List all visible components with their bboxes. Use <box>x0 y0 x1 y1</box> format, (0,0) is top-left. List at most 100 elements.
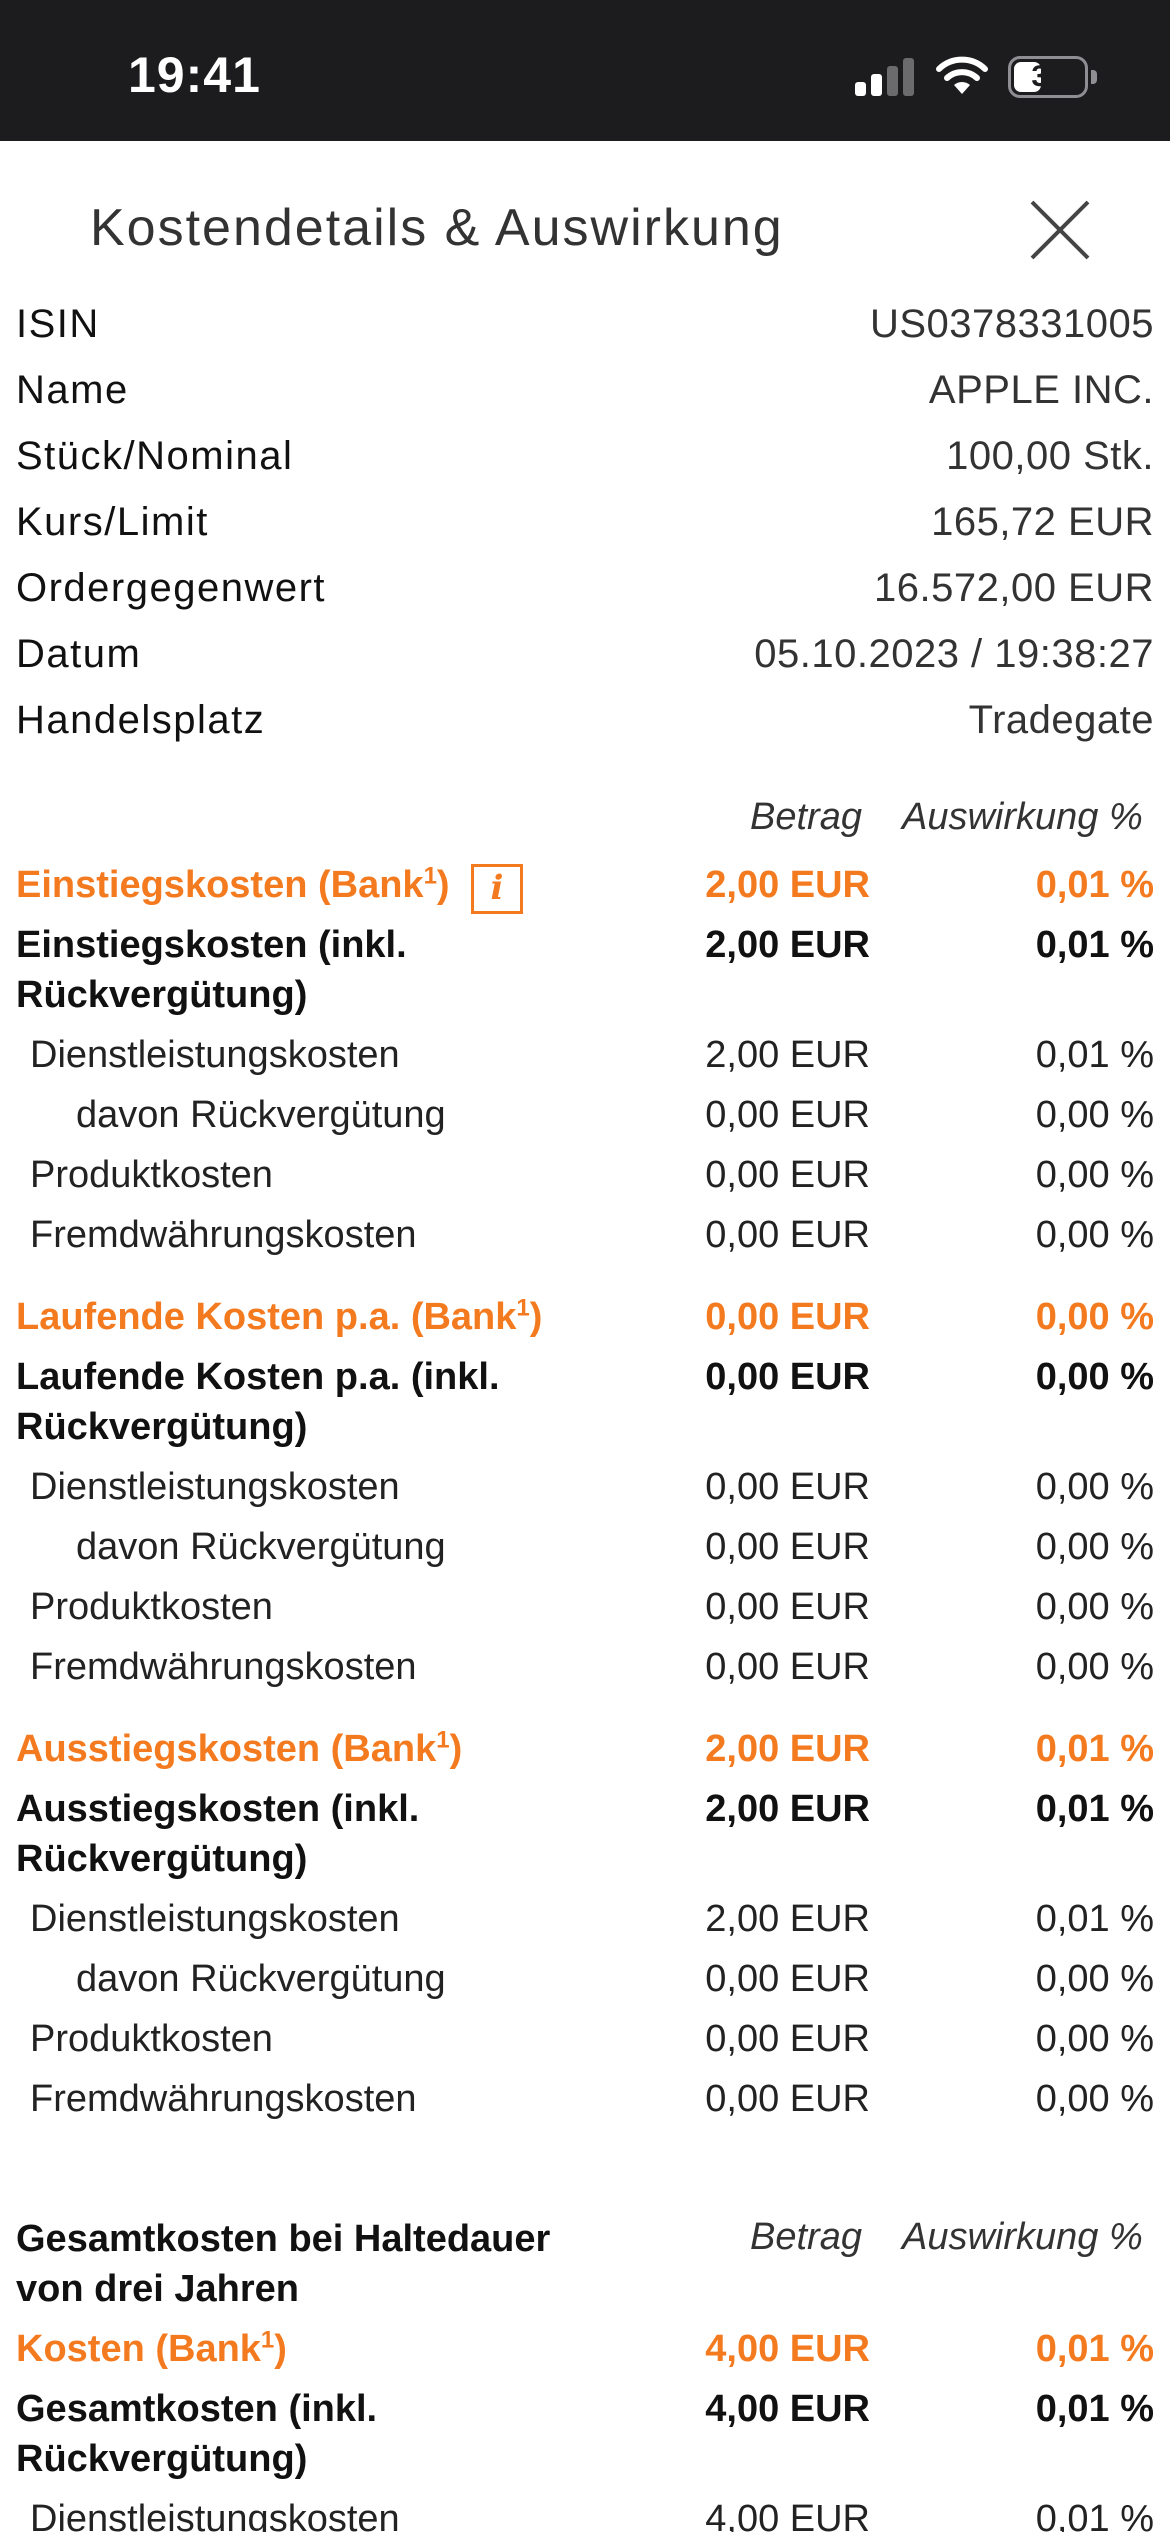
row-percent: 0,00 % <box>1035 1526 1154 1568</box>
row-percent: 0,00 % <box>1035 1586 1154 1628</box>
footnote-marker: 1 <box>516 1294 530 1322</box>
row-label: Einstiegskosten (inkl. <box>16 924 407 966</box>
entry-costs-bank-row: Einstiegskosten (Bank1) i 2,00 EUR 0,01 … <box>16 860 1154 914</box>
exit-costs-bank-row: Ausstiegskosten (Bank1) 2,00 EUR 0,01 % <box>16 1724 1154 1774</box>
row-amount: 0,00 EUR <box>705 1646 870 1688</box>
total-costs-incl-row: Gesamtkosten (inkl. Rückvergütung) 4,00 … <box>16 2384 1154 2484</box>
info-value: 05.10.2023 / 19:38:27 <box>754 632 1154 676</box>
row-percent: 0,00 % <box>1035 1356 1154 1398</box>
info-value: 16.572,00 EUR <box>873 566 1154 610</box>
running-costs-incl-row: Laufende Kosten p.a. (inkl. Rückvergütun… <box>16 1352 1154 1452</box>
info-value: US0378331005 <box>869 302 1154 346</box>
row-amount: 0,00 EUR <box>705 1958 870 2000</box>
info-row-quantity: Stück/Nominal 100,00 Stk. <box>16 434 1154 494</box>
row-percent: 0,01 % <box>1035 924 1154 966</box>
row-label-cont: Rückvergütung) <box>16 2438 308 2480</box>
row-percent: 0,01 % <box>1035 1788 1154 1830</box>
row-percent: 0,00 % <box>1035 1154 1154 1196</box>
row-amount: 0,00 EUR <box>705 2078 870 2120</box>
row-label-cont: Rückvergütung) <box>16 1838 308 1880</box>
page-title: Kostendetails & Auswirkung <box>90 199 784 257</box>
info-row-order-value: Ordergegenwert 16.572,00 EUR <box>16 566 1154 626</box>
info-row-isin: ISIN US0378331005 <box>16 302 1154 362</box>
info-label: Name <box>16 368 129 412</box>
row-amount: 2,00 EUR <box>705 1898 870 1940</box>
cellular-signal-icon <box>855 58 915 96</box>
info-row-price: Kurs/Limit 165,72 EUR <box>16 500 1154 560</box>
section-heading-cont: von drei Jahren <box>16 2268 299 2310</box>
column-header-auswirkung: Auswirkung % <box>902 796 1143 838</box>
exit-fx-costs-row: Fremdwährungskosten 0,00 EUR 0,00 % <box>16 2074 1154 2124</box>
row-percent: 0,00 % <box>1035 2078 1154 2120</box>
row-label: davon Rückvergütung <box>76 1526 446 1568</box>
info-value: APPLE INC. <box>928 368 1154 412</box>
running-rebate-row: davon Rückvergütung 0,00 EUR 0,00 % <box>16 1522 1154 1572</box>
running-service-costs-row: Dienstleistungskosten 0,00 EUR 0,00 % <box>16 1462 1154 1512</box>
row-amount: 4,00 EUR <box>705 2498 870 2532</box>
row-amount: 2,00 EUR <box>705 1788 870 1830</box>
row-label: Einstiegskosten (Bank <box>16 864 424 906</box>
exit-rebate-row: davon Rückvergütung 0,00 EUR 0,00 % <box>16 1954 1154 2004</box>
row-percent: 0,01 % <box>1035 2328 1154 2370</box>
row-label: Laufende Kosten p.a. (inkl. <box>16 1356 500 1398</box>
row-percent: 0,00 % <box>1035 1466 1154 1508</box>
row-amount: 0,00 EUR <box>705 1586 870 1628</box>
battery-icon: 37 <box>1008 56 1088 98</box>
row-percent: 0,00 % <box>1035 1958 1154 2000</box>
row-label: Dienstleistungskosten <box>30 1898 400 1940</box>
row-label: Fremdwährungskosten <box>30 1646 417 1688</box>
close-icon[interactable] <box>1020 190 1100 270</box>
exit-costs-incl-row: Ausstiegskosten (inkl. Rückvergütung) 2,… <box>16 1784 1154 1884</box>
row-percent: 0,01 % <box>1035 1898 1154 1940</box>
row-label: Kosten (Bank <box>16 2328 261 2370</box>
info-label: Datum <box>16 632 142 676</box>
row-amount: 4,00 EUR <box>705 2388 870 2430</box>
row-label: Produktkosten <box>30 1586 273 1628</box>
info-label: ISIN <box>16 302 100 346</box>
row-amount: 0,00 EUR <box>705 1526 870 1568</box>
row-percent: 0,01 % <box>1035 1728 1154 1770</box>
info-label: Stück/Nominal <box>16 434 294 478</box>
row-percent: 0,00 % <box>1035 1296 1154 1338</box>
row-amount: 2,00 EUR <box>705 1034 870 1076</box>
exit-product-costs-row: Produktkosten 0,00 EUR 0,00 % <box>16 2014 1154 2064</box>
row-label-cont: Rückvergütung) <box>16 974 308 1016</box>
footnote-marker: 1 <box>436 1726 450 1754</box>
row-amount: 2,00 EUR <box>705 924 870 966</box>
section-heading: Gesamtkosten bei Haltedauer <box>16 2218 551 2260</box>
row-amount: 0,00 EUR <box>705 1094 870 1136</box>
row-label: Fremdwährungskosten <box>30 1214 417 1256</box>
row-label: Gesamtkosten (inkl. <box>16 2388 378 2430</box>
row-percent: 0,00 % <box>1035 1646 1154 1688</box>
column-header-auswirkung-total: Auswirkung % <box>902 2216 1143 2258</box>
row-label: Produktkosten <box>30 1154 273 1196</box>
running-fx-costs-row: Fremdwährungskosten 0,00 EUR 0,00 % <box>16 1642 1154 1692</box>
entry-product-costs-row: Produktkosten 0,00 EUR 0,00 % <box>16 1150 1154 1200</box>
info-icon[interactable]: i <box>471 864 523 914</box>
row-label: Ausstiegskosten (Bank <box>16 1728 437 1770</box>
row-label: Laufende Kosten p.a. (Bank <box>16 1296 517 1338</box>
row-percent: 0,01 % <box>1035 2498 1154 2532</box>
battery-level: 37 <box>1031 60 1065 93</box>
wifi-icon <box>936 56 988 94</box>
row-label: davon Rückvergütung <box>76 1094 446 1136</box>
entry-service-costs-row: Dienstleistungskosten 2,00 EUR 0,01 % <box>16 1030 1154 1080</box>
entry-rebate-row: davon Rückvergütung 0,00 EUR 0,00 % <box>16 1090 1154 1140</box>
row-amount: 0,00 EUR <box>705 1356 870 1398</box>
status-bar: 19:41 37 <box>0 0 1170 141</box>
info-label: Handelsplatz <box>16 698 266 742</box>
total-service-costs-row: Dienstleistungskosten 4,00 EUR 0,01 % <box>16 2494 1154 2532</box>
row-amount: 0,00 EUR <box>705 1466 870 1508</box>
row-amount: 2,00 EUR <box>705 864 870 906</box>
row-label: Dienstleistungskosten <box>30 2498 400 2532</box>
row-amount: 0,00 EUR <box>705 1154 870 1196</box>
exit-service-costs-row: Dienstleistungskosten 2,00 EUR 0,01 % <box>16 1894 1154 1944</box>
row-percent: 0,00 % <box>1035 1094 1154 1136</box>
row-amount: 0,00 EUR <box>705 2018 870 2060</box>
battery-cap <box>1091 70 1097 84</box>
running-costs-bank-row: Laufende Kosten p.a. (Bank1) 0,00 EUR 0,… <box>16 1292 1154 1342</box>
row-label: Ausstiegskosten (inkl. <box>16 1788 420 1830</box>
row-percent: 0,01 % <box>1035 864 1154 906</box>
row-percent: 0,00 % <box>1035 2018 1154 2060</box>
column-header-betrag-total: Betrag <box>750 2216 862 2258</box>
